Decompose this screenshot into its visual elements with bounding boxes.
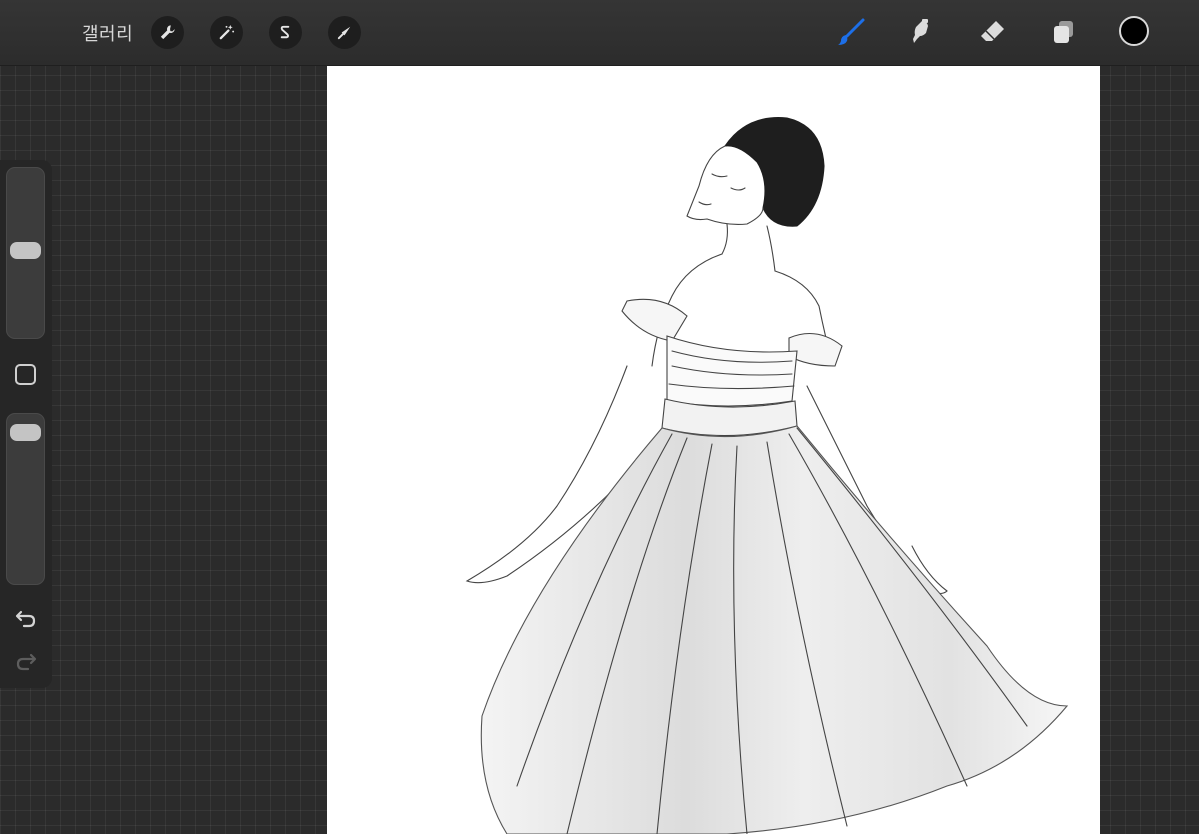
- adjustments-button[interactable]: [210, 16, 243, 49]
- redo-icon: [16, 653, 37, 671]
- layers-tool[interactable]: [1047, 14, 1081, 50]
- redo-button[interactable]: [12, 650, 40, 674]
- eraser-tool[interactable]: [975, 14, 1009, 50]
- selection-icon: [280, 25, 290, 39]
- brush-size-slider[interactable]: [6, 167, 45, 339]
- undo-button[interactable]: [12, 607, 40, 631]
- undo-icon: [15, 610, 36, 628]
- transform-arrow-icon: [337, 26, 351, 40]
- drawing-canvas[interactable]: [327, 66, 1100, 834]
- gallery-button[interactable]: 갤러리: [82, 20, 133, 46]
- top-toolbar: 갤러리: [0, 0, 1199, 66]
- opacity-handle[interactable]: [10, 424, 41, 442]
- left-sidebar: [0, 160, 52, 688]
- wrench-icon: [160, 25, 175, 40]
- magic-wand-icon: [219, 24, 235, 40]
- opacity-slider[interactable]: [6, 413, 45, 585]
- color-picker-button[interactable]: [1119, 16, 1149, 46]
- smudge-tool[interactable]: [904, 14, 938, 50]
- dress-sketch-artwork: [465, 117, 1069, 834]
- brush-tool[interactable]: [834, 14, 868, 50]
- brush-size-handle[interactable]: [10, 241, 41, 259]
- brush-icon: [838, 18, 865, 45]
- selection-button[interactable]: [269, 16, 302, 49]
- eraser-icon: [981, 21, 1004, 41]
- transform-button[interactable]: [328, 16, 361, 49]
- smudge-icon: [913, 19, 928, 43]
- modify-square-icon[interactable]: [15, 364, 36, 385]
- actions-button[interactable]: [151, 16, 184, 49]
- layers-icon: [1054, 21, 1073, 43]
